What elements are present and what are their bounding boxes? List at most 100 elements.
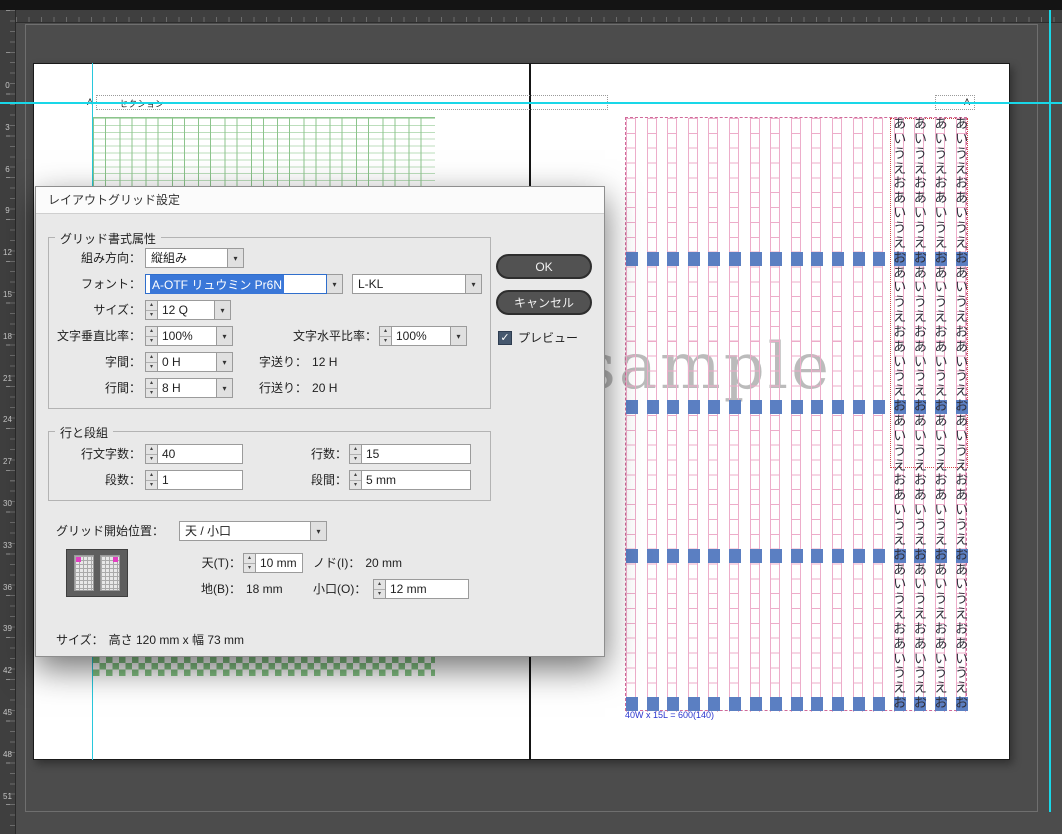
- column-count-label: 段数：: [104, 473, 141, 487]
- direction-select[interactable]: 縦組み ▾: [145, 248, 244, 268]
- preview-checkbox[interactable]: ✓: [498, 331, 512, 345]
- line-count-stepper[interactable]: ▴ ▾: [349, 444, 361, 464]
- grid-column: [873, 118, 886, 712]
- grid-sample-character: あ: [955, 488, 969, 504]
- grid-sample-character: え: [913, 161, 927, 177]
- stepper-up-icon[interactable]: ▴: [146, 471, 157, 481]
- size-stepper[interactable]: ▴ ▾: [145, 300, 157, 320]
- stepper-down-icon[interactable]: ▾: [244, 564, 255, 573]
- grid-marker-cell: [729, 251, 741, 266]
- grid-attributes-group: グリッド書式属性 組み方向： 縦組み ▾ フォント： A-OTF リュウミン P…: [48, 230, 491, 409]
- gutter-input[interactable]: [361, 470, 471, 490]
- grid-column: [708, 118, 721, 712]
- grid-sample-character: い: [893, 503, 907, 519]
- margin-outside-stepper[interactable]: ▴ ▾: [373, 579, 385, 599]
- grid-sample-character: え: [893, 310, 907, 326]
- grid-sample-character: い: [955, 131, 969, 147]
- grid-marker-cell: [749, 251, 762, 266]
- font-style-select[interactable]: L-KL ▾: [352, 274, 482, 294]
- grid-marker-cell: [811, 548, 824, 563]
- line-spacing-combo: ▴ ▾ ▾: [145, 378, 233, 398]
- stepper-up-icon[interactable]: ▴: [146, 327, 157, 337]
- vertical-guide-right[interactable]: [1049, 0, 1051, 812]
- ok-button[interactable]: OK: [496, 254, 592, 279]
- preview-label: プレビュー: [518, 331, 579, 345]
- grid-marker-cell: [667, 400, 680, 415]
- stepper-up-icon[interactable]: ▴: [374, 580, 385, 590]
- grid-start-select[interactable]: 天 / 小口 ▾: [179, 521, 327, 541]
- page-thumbnail-right[interactable]: [100, 555, 120, 591]
- grid-marker-cell: [790, 400, 803, 415]
- horizontal-scale-input[interactable]: [391, 326, 451, 346]
- stepper-down-icon[interactable]: ▾: [350, 481, 361, 490]
- margin-top-input[interactable]: [255, 553, 303, 573]
- stepper-down-icon[interactable]: ▾: [146, 311, 157, 320]
- char-spacing-stepper[interactable]: ▴ ▾: [145, 352, 157, 372]
- margin-top-stepper[interactable]: ▴ ▾: [243, 553, 255, 573]
- line-feed-value: 20 H: [312, 381, 338, 395]
- column-count-stepper[interactable]: ▴ ▾: [145, 470, 157, 490]
- stepper-down-icon[interactable]: ▾: [146, 455, 157, 464]
- margin-outside-input[interactable]: [385, 579, 469, 599]
- vertical-scale-stepper[interactable]: ▴ ▾: [145, 326, 157, 346]
- grid-sample-character: え: [893, 532, 907, 548]
- stepper-up-icon[interactable]: ▴: [244, 554, 255, 564]
- stepper-up-icon[interactable]: ▴: [350, 445, 361, 455]
- line-spacing-stepper[interactable]: ▴ ▾: [145, 378, 157, 398]
- horizontal-ruler[interactable]: [16, 10, 1062, 23]
- gutter-stepper[interactable]: ▴ ▾: [349, 470, 361, 490]
- grid-sample-character: あ: [934, 636, 948, 652]
- stepper-up-icon[interactable]: ▴: [146, 353, 157, 363]
- vertical-ruler[interactable]: 0 3 6 9 12 15 18 21 24 27 30 33 36 39 42 45 48 51: [0, 10, 16, 834]
- dialog-titlebar[interactable]: レイアウトグリッド設定: [36, 187, 604, 214]
- grid-marker-cell: [646, 548, 659, 563]
- grid-sample-character: う: [934, 295, 948, 311]
- chars-per-line-input[interactable]: [157, 444, 243, 464]
- grid-sample-character: え: [893, 607, 907, 623]
- stepper-down-icon[interactable]: ▾: [146, 337, 157, 346]
- stepper-down-icon[interactable]: ▾: [146, 481, 157, 490]
- stepper-up-icon[interactable]: ▴: [380, 327, 391, 337]
- font-dropdown-button[interactable]: ▾: [327, 274, 343, 294]
- grid-sample-character: え: [934, 161, 948, 177]
- char-spacing-combo: ▴ ▾ ▾: [145, 352, 233, 372]
- stepper-down-icon[interactable]: ▾: [350, 455, 361, 464]
- stepper-down-icon[interactable]: ▾: [146, 389, 157, 398]
- line-count-input[interactable]: [361, 444, 471, 464]
- grid-marker-cell: [729, 548, 741, 563]
- grid-marker-cell: [626, 548, 638, 563]
- grid-sample-character: え: [955, 532, 969, 548]
- horizontal-scale-dropdown-button[interactable]: ▾: [451, 326, 467, 346]
- stepper-up-icon[interactable]: ▴: [146, 379, 157, 389]
- line-spacing-row: 行間： ▴ ▾ ▾ 行送り： 20 H: [49, 378, 490, 398]
- stepper-down-icon[interactable]: ▾: [374, 590, 385, 599]
- grid-sample-character: い: [955, 428, 969, 444]
- font-family-input[interactable]: A-OTF リュウミン Pr6N: [145, 274, 327, 294]
- char-spacing-input[interactable]: [157, 352, 217, 372]
- grid-sample-character: え: [955, 310, 969, 326]
- grid-sample-character: い: [955, 503, 969, 519]
- stepper-up-icon[interactable]: ▴: [146, 301, 157, 311]
- page-thumbnail-left[interactable]: [74, 555, 94, 591]
- cancel-button[interactable]: キャンセル: [496, 290, 592, 315]
- horizontal-guide[interactable]: [0, 102, 1062, 104]
- grid-sample-character: う: [955, 295, 969, 311]
- column-count-input[interactable]: [157, 470, 243, 490]
- stepper-down-icon[interactable]: ▾: [380, 337, 391, 346]
- size-dropdown-button[interactable]: ▾: [215, 300, 231, 320]
- grid-sample-character: え: [934, 384, 948, 400]
- stepper-down-icon[interactable]: ▾: [146, 363, 157, 372]
- layout-grid-settings-dialog: レイアウトグリッド設定 グリッド書式属性 組み方向： 縦組み ▾ フォント： A…: [35, 186, 605, 657]
- horizontal-scale-stepper[interactable]: ▴ ▾: [379, 326, 391, 346]
- size-input[interactable]: [157, 300, 215, 320]
- stepper-up-icon[interactable]: ▴: [146, 445, 157, 455]
- grid-marker-cell: [708, 400, 721, 415]
- grid-marker-cell: [852, 400, 865, 415]
- vertical-scale-input[interactable]: [157, 326, 217, 346]
- stepper-up-icon[interactable]: ▴: [350, 471, 361, 481]
- ruler-number: 51: [3, 791, 12, 801]
- char-spacing-dropdown-button[interactable]: ▾: [217, 352, 233, 372]
- line-spacing-input[interactable]: [157, 378, 217, 398]
- line-spacing-dropdown-button[interactable]: ▾: [217, 378, 233, 398]
- chars-per-line-stepper[interactable]: ▴ ▾: [145, 444, 157, 464]
